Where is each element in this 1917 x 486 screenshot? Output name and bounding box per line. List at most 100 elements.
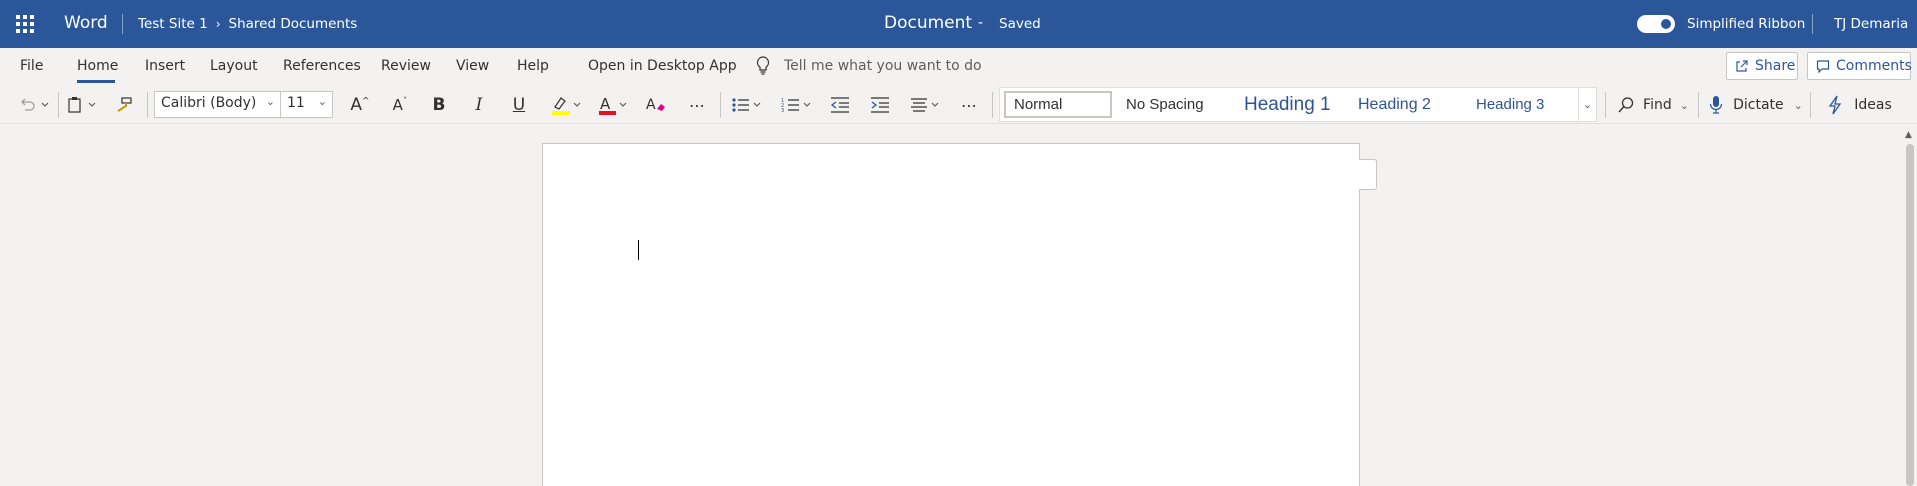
simplified-ribbon-label: Simplified Ribbon [1687, 16, 1806, 32]
style-no-spacing[interactable]: No Spacing [1118, 88, 1204, 121]
bullets-button[interactable] [730, 94, 770, 116]
align-button[interactable] [908, 94, 948, 116]
title-separator: - [978, 15, 984, 31]
bold-icon: B [432, 95, 446, 115]
divider [58, 92, 59, 118]
style-heading-2[interactable]: Heading 2 [1350, 88, 1431, 121]
divider [147, 92, 148, 118]
comment-icon [1816, 59, 1830, 73]
bold-button[interactable]: B [428, 94, 450, 116]
undo-icon [16, 96, 52, 114]
style-heading-1[interactable]: Heading 1 [1236, 88, 1331, 121]
save-status: Saved [999, 16, 1041, 32]
font-size-value: 11 [287, 95, 305, 111]
chevron-down-icon: ⌄ [265, 95, 275, 108]
format-painter-icon [114, 96, 134, 114]
lightbulb-icon [756, 56, 770, 76]
grow-font-button[interactable]: A^ [348, 94, 372, 116]
divider [1605, 92, 1606, 118]
tab-view[interactable]: View [456, 58, 489, 74]
breadcrumb-library[interactable]: Shared Documents [229, 16, 358, 32]
style-normal[interactable]: Normal [1004, 91, 1112, 118]
undo-button[interactable] [14, 94, 54, 116]
font-name-select[interactable]: Calibri (Body) ⌄ [154, 91, 281, 118]
underline-button[interactable]: U [508, 94, 530, 116]
tab-references[interactable]: References [283, 58, 361, 74]
comments-button[interactable]: Comments [1807, 52, 1912, 80]
tab-file[interactable]: File [20, 58, 43, 74]
tab-layout[interactable]: Layout [210, 58, 258, 74]
increase-indent-button[interactable] [868, 94, 892, 116]
decrease-indent-button[interactable] [828, 94, 852, 116]
user-name[interactable]: TJ Demaria [1834, 16, 1908, 32]
tab-help[interactable]: Help [517, 58, 549, 74]
tab-review[interactable]: Review [381, 58, 431, 74]
more-font-options-button[interactable]: ⋯ [684, 94, 710, 116]
divider [1698, 92, 1699, 118]
shrink-font-icon: Aˇ [392, 96, 408, 114]
svg-text:A: A [600, 95, 611, 113]
format-painter-button[interactable] [112, 94, 136, 116]
numbering-icon: 123 [781, 96, 819, 114]
document-title[interactable]: Document [884, 13, 972, 33]
dictate-label: Dictate [1733, 97, 1784, 113]
divider [720, 92, 721, 118]
document-page[interactable] [542, 143, 1360, 486]
app-name[interactable]: Word [64, 13, 108, 33]
tab-home[interactable]: Home [77, 58, 118, 74]
scroll-up-icon[interactable]: ▲ [1905, 130, 1912, 140]
clear-formatting-button[interactable]: A [644, 94, 668, 116]
share-button[interactable]: Share [1726, 52, 1798, 80]
bullets-icon [731, 96, 769, 114]
microphone-icon [1709, 95, 1723, 115]
simplified-ribbon-toggle[interactable] [1637, 15, 1675, 33]
chevron-right-icon: › [215, 17, 221, 31]
italic-button[interactable]: I [468, 94, 490, 116]
chevron-down-icon: ⌄ [1793, 98, 1803, 112]
share-icon [1735, 59, 1749, 73]
style-heading-3[interactable]: Heading 3 [1468, 88, 1544, 121]
font-name-value: Calibri (Body) [161, 95, 257, 111]
dictate-button[interactable]: Dictate ⌄ [1708, 94, 1804, 116]
divider [1810, 92, 1811, 118]
tab-insert[interactable]: Insert [145, 58, 185, 74]
italic-icon: I [475, 95, 483, 115]
page-side-tab[interactable] [1359, 159, 1377, 190]
svg-text:A: A [646, 97, 656, 113]
font-size-select[interactable]: 11 ⌄ [280, 91, 333, 118]
waffle-icon[interactable] [12, 12, 36, 36]
highlight-button[interactable] [548, 93, 586, 117]
ideas-label: Ideas [1854, 97, 1892, 113]
more-icon: ⋯ [689, 95, 705, 115]
align-icon [909, 96, 947, 114]
paste-button[interactable] [64, 94, 102, 116]
lightning-icon [1828, 95, 1842, 115]
clipboard-icon [65, 96, 101, 114]
more-icon: ⋯ [961, 95, 977, 115]
styles-gallery: Normal No Spacing Heading 1 Heading 2 He… [999, 87, 1597, 122]
find-label: Find [1643, 97, 1672, 113]
underline-icon: U [512, 95, 526, 115]
clear-format-icon: A [645, 95, 667, 115]
styles-expand-button[interactable]: ⌄ [1578, 88, 1596, 121]
search-icon [1617, 96, 1635, 114]
font-color-icon: A [597, 94, 633, 116]
breadcrumb: Test Site 1 › Shared Documents [138, 16, 357, 32]
svg-text:3: 3 [781, 108, 784, 114]
font-color-button[interactable]: A [596, 93, 634, 117]
shrink-font-button[interactable]: Aˇ [388, 94, 412, 116]
breadcrumb-site[interactable]: Test Site 1 [138, 16, 208, 32]
ideas-button[interactable]: Ideas [1820, 94, 1900, 116]
open-in-desktop-button[interactable]: Open in Desktop App [588, 58, 737, 74]
comments-label: Comments [1836, 58, 1912, 74]
find-button[interactable]: Find ⌄ [1614, 94, 1692, 116]
scrollbar-thumb[interactable] [1906, 144, 1914, 486]
chevron-down-icon: ⌄ [1679, 98, 1689, 112]
more-paragraph-options-button[interactable]: ⋯ [956, 94, 982, 116]
numbering-button[interactable]: 123 [780, 94, 820, 116]
tell-me-search[interactable]: Tell me what you want to do [784, 58, 982, 74]
divider [1812, 14, 1813, 34]
share-label: Share [1755, 58, 1796, 74]
highlight-icon [549, 94, 585, 116]
divider [122, 14, 123, 34]
